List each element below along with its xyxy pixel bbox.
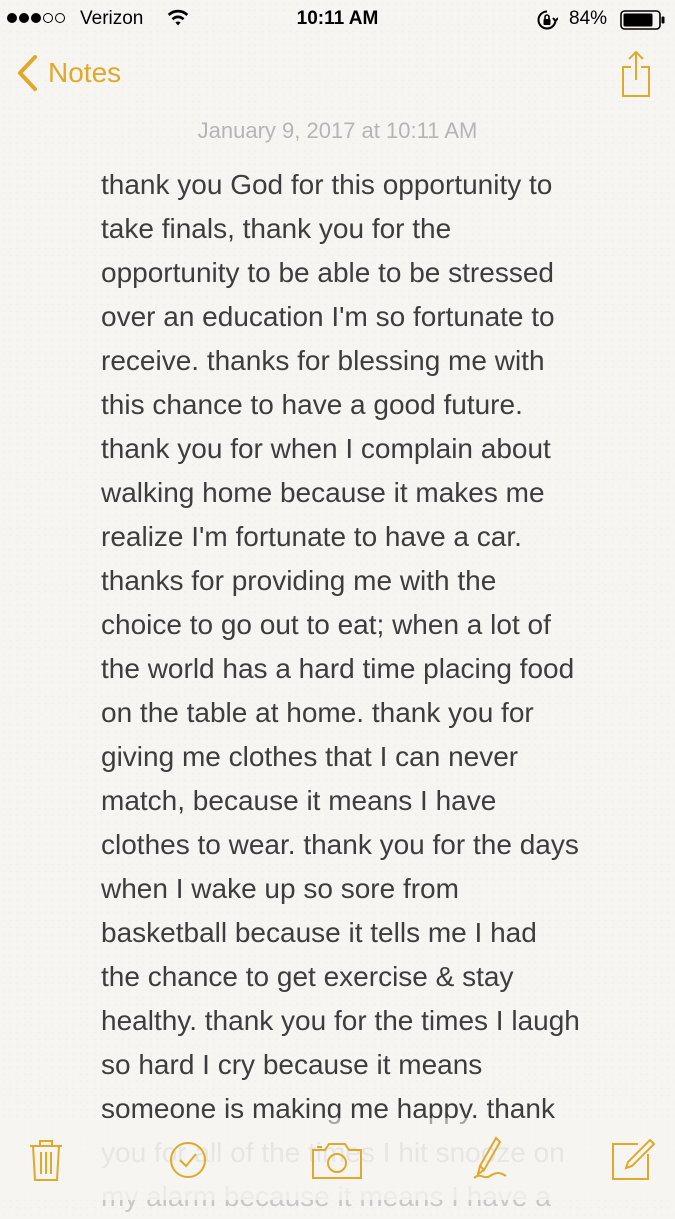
note-line: over an education I'm so fortunate to bbox=[101, 301, 555, 332]
sketch-button[interactable] bbox=[470, 1136, 510, 1187]
camera-icon bbox=[311, 1143, 363, 1184]
note-line: clothes to wear. thank you for the days bbox=[101, 829, 579, 860]
checklist-button[interactable] bbox=[168, 1140, 208, 1185]
note-line: the world has a hard time placing food bbox=[101, 653, 575, 684]
orientation-lock-icon bbox=[536, 9, 559, 37]
note-body[interactable]: thank you God for this opportunity to tak… bbox=[101, 163, 653, 1219]
camera-button[interactable] bbox=[311, 1142, 363, 1185]
chevron-left-icon bbox=[16, 54, 38, 92]
note-line: walking home because it makes me bbox=[101, 477, 545, 508]
share-button[interactable] bbox=[621, 50, 651, 103]
compose-button[interactable] bbox=[610, 1138, 656, 1187]
note-date: January 9, 2017 at 10:11 AM bbox=[197, 118, 478, 143]
sketch-icon bbox=[470, 1136, 510, 1186]
back-button[interactable]: Notes bbox=[16, 54, 121, 92]
note-line: match, because it means I have bbox=[101, 785, 497, 816]
note-line: thanks for providing me with the bbox=[101, 565, 497, 596]
navigation-bar: Notes bbox=[0, 40, 675, 112]
battery-percentage: 84% bbox=[569, 8, 608, 29]
note-line: thank you God for this opportunity to bbox=[101, 169, 553, 200]
battery-icon bbox=[620, 10, 666, 36]
note-line: choice to go out to eat; when a lot of bbox=[101, 609, 551, 640]
note-line: take finals, thank you for the bbox=[101, 213, 452, 244]
checklist-icon bbox=[168, 1142, 208, 1184]
note-line: the chance to get exercise & stay bbox=[101, 961, 514, 992]
note-line: giving me clothes that I can never bbox=[101, 741, 519, 772]
note-line: healthy. thank you for the times I laugh bbox=[101, 1005, 580, 1036]
note-line: realize I'm fortunate to have a car. bbox=[101, 521, 522, 552]
delete-button[interactable] bbox=[28, 1138, 64, 1187]
note-line: thank you for when I complain about bbox=[101, 433, 551, 464]
status-bar: Verizon 10:11 AM 84% bbox=[0, 0, 675, 40]
note-line: opportunity to be able to be stressed bbox=[101, 257, 554, 288]
note-line: when I wake up so sore from bbox=[101, 873, 459, 904]
note-line: receive. thanks for blessing me with bbox=[101, 345, 545, 376]
note-line: this chance to have a good future. bbox=[101, 389, 523, 420]
note-line: so hard I cry because it means bbox=[101, 1049, 483, 1080]
trash-icon bbox=[28, 1140, 64, 1186]
compose-icon bbox=[610, 1138, 656, 1186]
back-button-label: Notes bbox=[48, 57, 122, 88]
note-line: on the table at home. thank you for bbox=[101, 697, 534, 728]
share-icon bbox=[621, 50, 651, 102]
note-line: basketball because it tells me I had bbox=[101, 917, 537, 948]
bottom-toolbar bbox=[0, 1118, 675, 1200]
